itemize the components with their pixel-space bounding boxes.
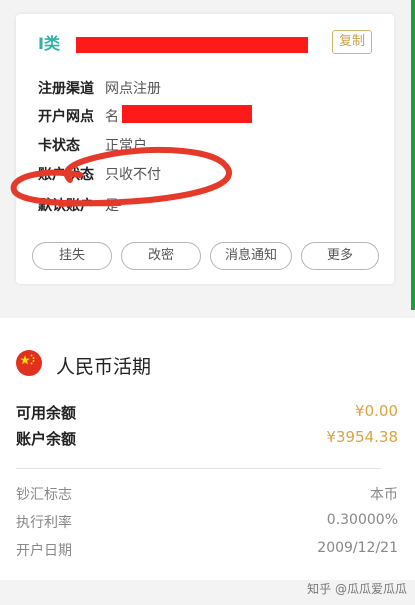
watermark: 知乎 @瓜瓜爱瓜瓜 (307, 582, 407, 596)
detail-row-open-date: 开户日期 2009/12/21 (16, 540, 398, 560)
rmb-current-account-card: 人民币活期 可用余额 ¥0.00 账户余额 ¥3954.38 钞汇标志 本币 执… (0, 318, 415, 580)
account-type-tag: I类 (38, 34, 60, 53)
detail-value: 本币 (370, 487, 398, 503)
info-value: 是 (105, 198, 119, 214)
card-header: I类 复制 (38, 30, 378, 56)
account-balance-value: ¥3954.38 (326, 428, 398, 446)
info-value: 只收不付 (105, 167, 161, 183)
detail-row-interest-rate: 执行利率 0.30000% (16, 512, 398, 532)
account-balance-row: 账户余额 ¥3954.38 (16, 428, 398, 450)
report-loss-button[interactable]: 挂失 (32, 242, 112, 270)
info-value: 正常户 (105, 138, 147, 154)
available-balance-row: 可用余额 ¥0.00 (16, 402, 398, 424)
redacted-branch-name (122, 105, 252, 123)
detail-label: 开户日期 (16, 543, 72, 559)
copy-button[interactable]: 复制 (332, 30, 372, 54)
info-label: 注册渠道 (38, 81, 94, 97)
available-balance-label: 可用余额 (16, 404, 77, 422)
info-value: 网点注册 (105, 81, 161, 97)
divider (16, 468, 381, 469)
info-value: 名 (105, 109, 119, 125)
message-notification-button[interactable]: 消息通知 (210, 242, 292, 270)
detail-label: 钞汇标志 (16, 487, 72, 503)
info-label: 卡状态 (38, 138, 80, 154)
section-title: 人民币活期 (56, 356, 152, 378)
info-row-branch: 开户网点 名 (38, 105, 268, 126)
available-balance-value: ¥0.00 (355, 402, 398, 420)
info-label: 开户网点 (38, 109, 94, 125)
info-label: 账户状态 (38, 167, 94, 183)
china-flag-icon (16, 350, 42, 376)
info-label: 默认账户 (38, 198, 94, 214)
green-edge-strip (411, 0, 415, 310)
more-button[interactable]: 更多 (301, 242, 379, 270)
detail-value: 0.30000% (326, 512, 398, 528)
change-password-button[interactable]: 改密 (121, 242, 201, 270)
detail-row-currency-flag: 钞汇标志 本币 (16, 484, 398, 504)
redacted-card-number (76, 37, 308, 53)
account-info-card: I类 复制 注册渠道 网点注册 开户网点 名 卡状态 正常户 账户状态 只收不付… (16, 14, 394, 284)
detail-label: 执行利率 (16, 515, 72, 531)
account-balance-label: 账户余额 (16, 430, 77, 448)
detail-value: 2009/12/21 (317, 540, 398, 556)
